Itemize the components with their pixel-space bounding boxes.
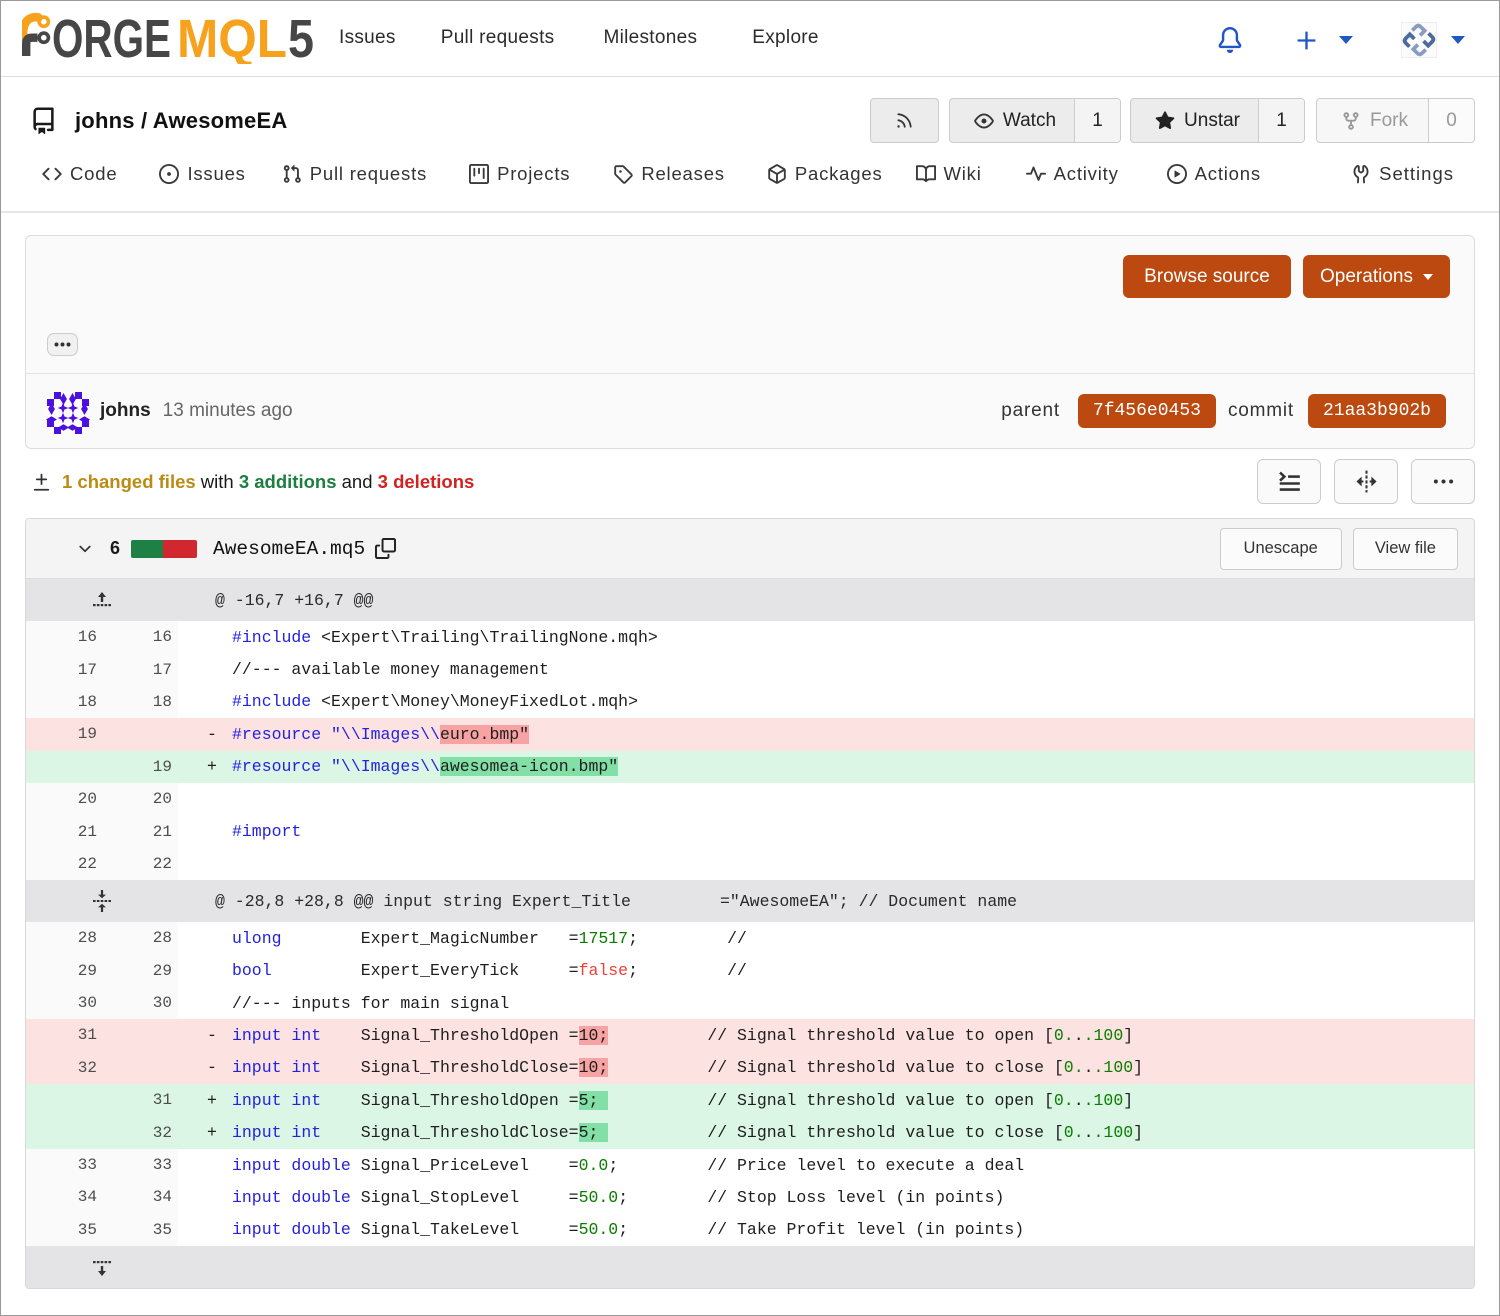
svg-text:5: 5 bbox=[288, 12, 314, 64]
svg-text:MQL: MQL bbox=[177, 12, 287, 64]
svg-text:ORGE: ORGE bbox=[52, 12, 171, 64]
